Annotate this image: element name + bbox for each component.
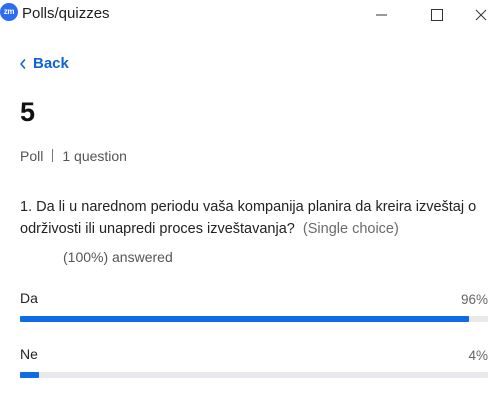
option-percent: 96% [460, 292, 488, 307]
result-bar-fill [20, 372, 39, 378]
choice-type: (Single choice) [302, 221, 399, 237]
option-percent: 4% [468, 348, 488, 363]
answered-rate: (100%) answered [63, 249, 173, 265]
result-bar-track [20, 316, 488, 322]
poll-type: Poll [20, 148, 44, 164]
close-button[interactable] [458, 0, 500, 30]
minimize-icon [376, 14, 387, 16]
result-bar-fill [20, 316, 470, 322]
meta-divider [52, 149, 54, 162]
question-body: 1. Da li u narednom periodu vaša kompani… [20, 199, 477, 237]
question-text: 1. Da li u narednom periodu vaša kompani… [20, 196, 492, 240]
option-row: Da 96% [20, 290, 488, 330]
option-row: Ne 4% [20, 346, 488, 386]
option-label: Da [20, 290, 38, 306]
poll-title: 5 [20, 97, 36, 127]
close-icon [475, 9, 487, 21]
maximize-button[interactable] [414, 0, 460, 30]
question-count: 1 question [62, 148, 127, 164]
back-label[interactable]: Back [33, 55, 69, 72]
app-logo: zm [0, 3, 18, 21]
minimize-button[interactable] [359, 0, 405, 30]
result-bar-track [20, 372, 488, 378]
title-bar: zm Polls/quizzes [0, 0, 500, 30]
polls-window: zm Polls/quizzes Back 5 Poll 1 question [0, 0, 500, 418]
maximize-icon [431, 9, 443, 21]
option-label: Ne [20, 346, 38, 362]
poll-meta: Poll 1 question [20, 148, 127, 164]
window-title: Polls/quizzes [22, 5, 110, 22]
chevron-left-icon [20, 59, 26, 69]
